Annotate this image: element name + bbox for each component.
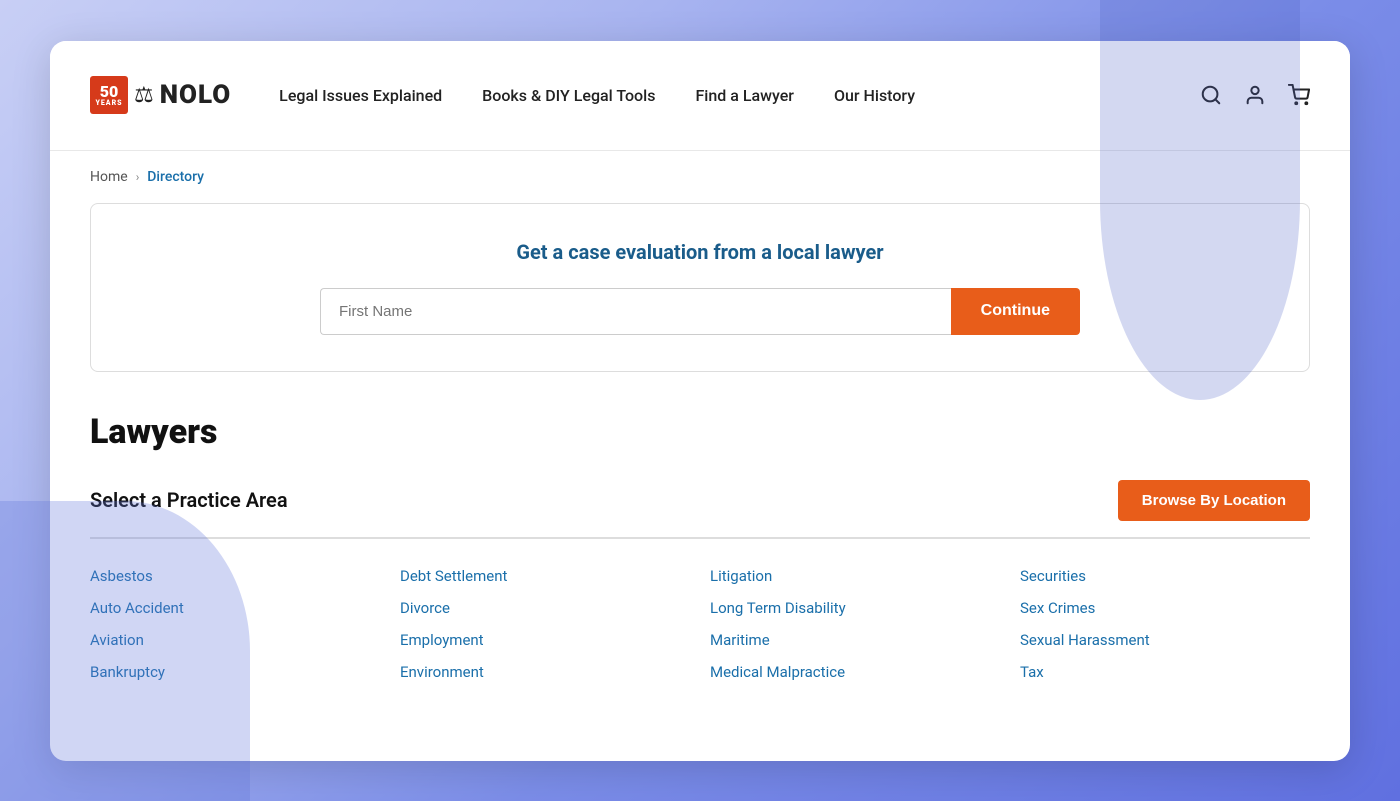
lawyers-section-title: Lawyers xyxy=(90,412,1310,452)
case-eval-card: Get a case evaluation from a local lawye… xyxy=(90,203,1310,372)
browse-by-location-button[interactable]: Browse By Location xyxy=(1118,480,1310,521)
practice-link-sexual-harassment[interactable]: Sexual Harassment xyxy=(1020,631,1310,649)
header: 50 YEARS ⚖ NOLO Legal Issues Explained B… xyxy=(50,41,1350,151)
nolo-wordmark: NOLO xyxy=(160,80,231,110)
cart-button[interactable] xyxy=(1288,84,1310,106)
logo-link[interactable]: 50 YEARS ⚖ NOLO xyxy=(90,76,231,114)
practice-link-tax[interactable]: Tax xyxy=(1020,663,1310,681)
practice-link-environment[interactable]: Environment xyxy=(400,663,690,681)
practice-link-debt-settlement[interactable]: Debt Settlement xyxy=(400,567,690,585)
practice-link-auto-accident[interactable]: Auto Accident xyxy=(90,599,380,617)
nav-books-diy[interactable]: Books & DIY Legal Tools xyxy=(482,86,655,105)
nav-find-lawyer[interactable]: Find a Lawyer xyxy=(695,86,794,105)
logo-years-text: YEARS xyxy=(95,100,122,107)
continue-button[interactable]: Continue xyxy=(951,288,1080,335)
practice-area-header: Select a Practice Area Browse By Locatio… xyxy=(90,480,1310,539)
header-icons xyxy=(1200,84,1310,106)
nav-our-history[interactable]: Our History xyxy=(834,86,915,105)
breadcrumb: Home › Directory xyxy=(50,151,1350,203)
practice-link-divorce[interactable]: Divorce xyxy=(400,599,690,617)
practice-link-asbestos[interactable]: Asbestos xyxy=(90,567,380,585)
practice-link-long-term-disability[interactable]: Long Term Disability xyxy=(710,599,1000,617)
main-nav: Legal Issues Explained Books & DIY Legal… xyxy=(279,86,1200,105)
first-name-input[interactable] xyxy=(320,288,951,335)
breadcrumb-home-link[interactable]: Home xyxy=(90,169,128,185)
search-icon xyxy=(1200,84,1222,106)
user-icon xyxy=(1244,84,1266,106)
practice-link-maritime[interactable]: Maritime xyxy=(710,631,1000,649)
practice-area-title: Select a Practice Area xyxy=(90,488,288,512)
practice-links-grid: Asbestos Debt Settlement Litigation Secu… xyxy=(90,567,1310,681)
practice-link-bankruptcy[interactable]: Bankruptcy xyxy=(90,663,380,681)
breadcrumb-separator: › xyxy=(136,170,140,184)
nav-legal-issues[interactable]: Legal Issues Explained xyxy=(279,86,442,105)
user-account-button[interactable] xyxy=(1244,84,1266,106)
logo-badge: 50 YEARS xyxy=(90,76,128,114)
case-eval-title: Get a case evaluation from a local lawye… xyxy=(131,240,1269,264)
practice-link-securities[interactable]: Securities xyxy=(1020,567,1310,585)
practice-link-sex-crimes[interactable]: Sex Crimes xyxy=(1020,599,1310,617)
case-eval-form: Continue xyxy=(320,288,1080,335)
practice-link-aviation[interactable]: Aviation xyxy=(90,631,380,649)
main-content: Get a case evaluation from a local lawye… xyxy=(50,203,1350,721)
practice-link-employment[interactable]: Employment xyxy=(400,631,690,649)
scales-icon: ⚖ xyxy=(134,83,154,108)
practice-link-litigation[interactable]: Litigation xyxy=(710,567,1000,585)
search-button[interactable] xyxy=(1200,84,1222,106)
practice-link-medical-malpractice[interactable]: Medical Malpractice xyxy=(710,663,1000,681)
cart-icon xyxy=(1288,84,1310,106)
breadcrumb-directory-link[interactable]: Directory xyxy=(147,169,204,185)
page-container: 50 YEARS ⚖ NOLO Legal Issues Explained B… xyxy=(50,41,1350,761)
logo-years-number: 50 xyxy=(100,84,119,100)
